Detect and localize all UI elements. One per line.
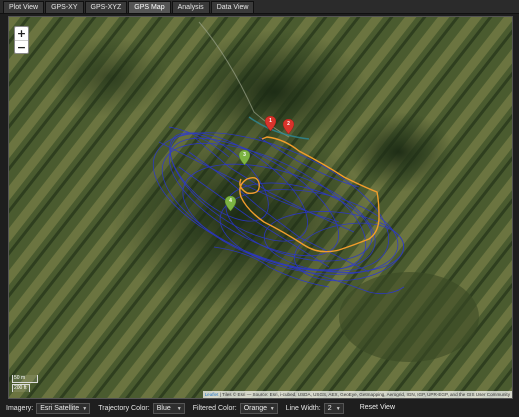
filtered-color-label: Filtered Color: <box>192 405 237 412</box>
map-marker-4[interactable]: 4 <box>224 195 237 212</box>
chevron-down-icon: ▼ <box>176 406 182 412</box>
map-marker-2[interactable]: 2 <box>282 118 295 135</box>
line-width-value: 2 <box>327 405 332 412</box>
tab-plot-view[interactable]: Plot View <box>3 1 45 13</box>
marker-label: 4 <box>229 198 232 204</box>
map-marker-1[interactable]: 1 <box>264 115 277 132</box>
filtered-color-select[interactable]: Orange ▼ <box>239 403 278 414</box>
map-toolbar: Imagery: Esri Satellite ▼ Trajectory Colo… <box>0 400 519 417</box>
chevron-down-icon: ▼ <box>269 406 275 412</box>
trajectory-color-label: Trajectory Color: <box>98 405 150 412</box>
tab-gps-xyz[interactable]: GPS-XYZ <box>84 1 128 13</box>
chevron-down-icon: ▼ <box>82 406 88 412</box>
marker-label: 3 <box>243 152 246 158</box>
imagery-select[interactable]: Esri Satellite ▼ <box>36 403 91 414</box>
chevron-down-icon: ▼ <box>335 406 341 412</box>
trajectory-color-select[interactable]: Blue ▼ <box>152 403 185 414</box>
leaflet-link[interactable]: Leaflet <box>205 392 219 397</box>
map-attribution: Leaflet | Tiles © Esri — Source: Esri, i… <box>202 391 512 398</box>
line-width-select[interactable]: 2 ▼ <box>323 403 344 414</box>
map-marker-3[interactable]: 3 <box>238 149 251 166</box>
tab-bar: Plot View GPS-XY GPS-XYZ GPS Map Analysi… <box>0 0 519 14</box>
line-width-label: Line Width: <box>285 405 321 412</box>
zoom-out-button[interactable]: − <box>15 40 28 54</box>
filtered-color-value: Orange <box>243 405 268 412</box>
satellite-map[interactable]: + − 1 2 3 4 50 m 200 ft Leaflet | Tiles … <box>8 16 513 399</box>
scale-bar: 50 m 200 ft <box>12 375 38 392</box>
scale-metric: 50 m <box>12 375 38 383</box>
zoom-in-button[interactable]: + <box>15 27 28 40</box>
imagery-label: Imagery: <box>6 405 34 412</box>
tab-gps-xy[interactable]: GPS-XY <box>45 1 84 13</box>
tab-gps-map[interactable]: GPS Map <box>128 1 171 13</box>
marker-label: 1 <box>269 118 272 124</box>
reset-view-button[interactable]: Reset View <box>356 403 399 414</box>
zoom-control: + − <box>14 26 29 54</box>
attribution-text: | Tiles © Esri — Source: Esri, i-cubed, … <box>218 392 510 397</box>
satellite-imagery <box>9 17 512 398</box>
marker-label: 2 <box>287 121 290 127</box>
tab-data-view[interactable]: Data View <box>210 1 255 13</box>
scale-imperial: 200 ft <box>12 384 30 392</box>
tab-analysis[interactable]: Analysis <box>171 1 210 13</box>
trajectory-color-value: Blue <box>156 405 171 412</box>
imagery-value: Esri Satellite <box>40 405 80 412</box>
